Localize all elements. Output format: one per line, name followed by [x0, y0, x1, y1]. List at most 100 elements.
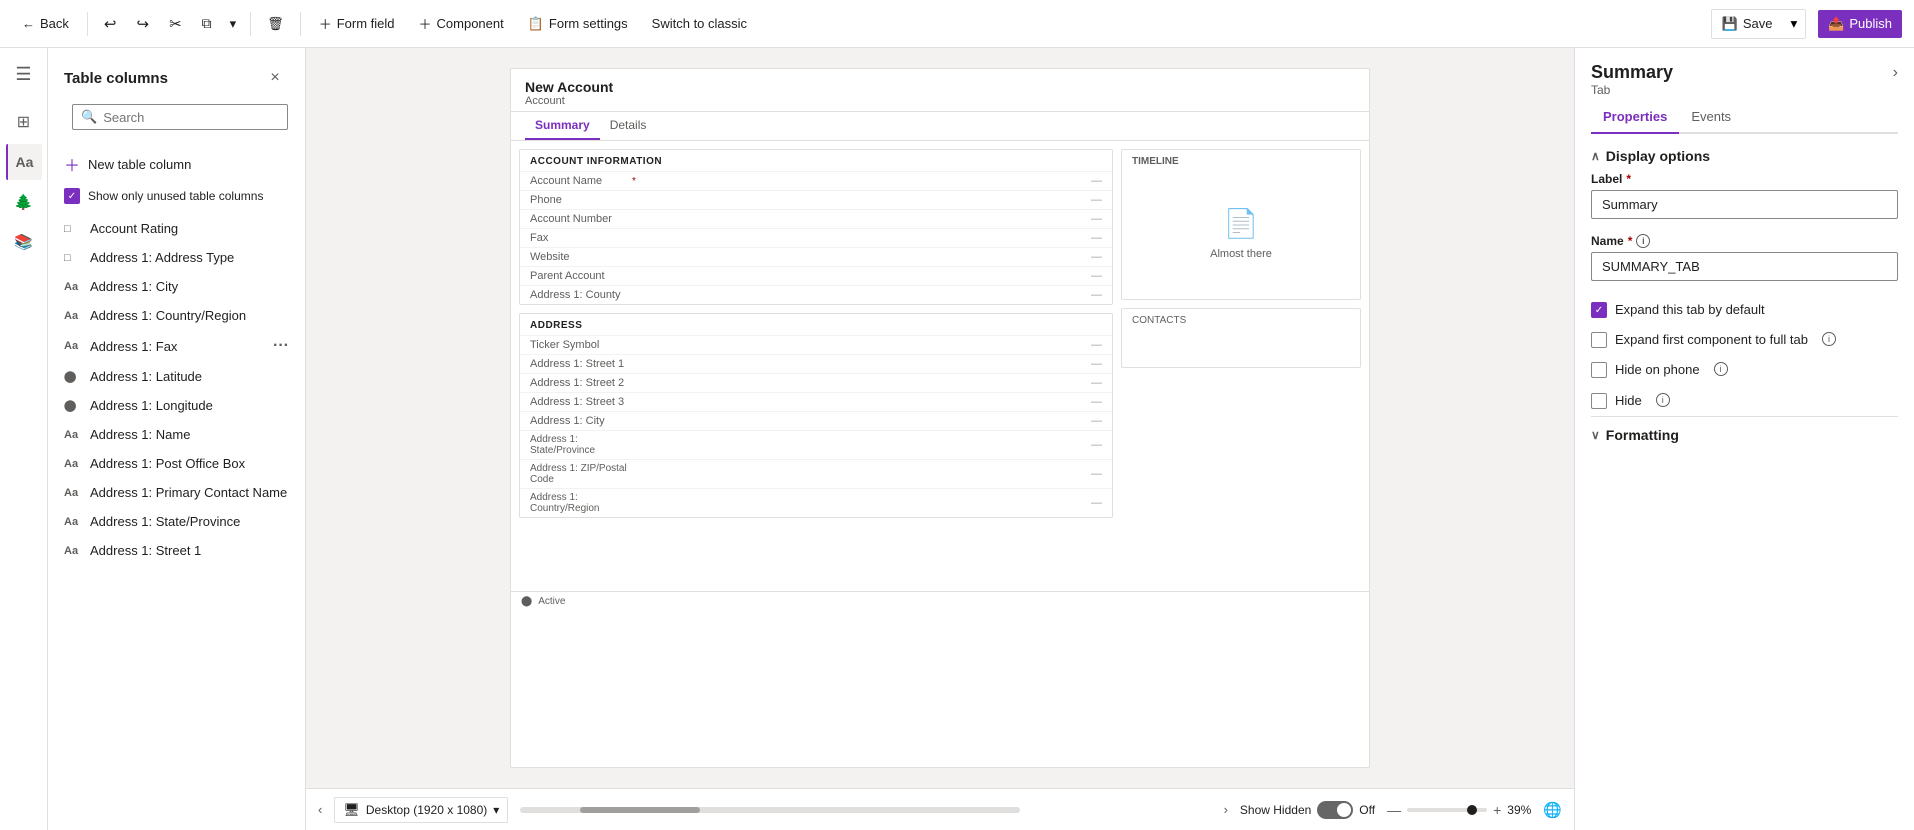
zoom-track [1407, 808, 1487, 812]
switch-classic-button[interactable]: Switch to classic [642, 10, 757, 37]
bottom-left-arrow[interactable]: ‹ [318, 802, 322, 817]
right-panel-subtitle: Tab [1591, 83, 1673, 97]
separator-3 [300, 12, 301, 36]
form-libraries-icon: 📚 [14, 233, 33, 251]
row-account-number: Account Number — [520, 209, 1112, 228]
list-item-icon: ⬤ [64, 370, 82, 383]
undo-button[interactable]: ↩ [96, 9, 125, 39]
name-field-label: Name * i [1591, 233, 1898, 248]
list-item-more-icon[interactable]: ··· [273, 337, 289, 355]
close-panel-button[interactable]: × [261, 64, 289, 92]
save-icon: 💾 [1722, 16, 1738, 32]
right-panel-chevron[interactable]: › [1893, 64, 1898, 82]
component-button[interactable]: ＋ Component [409, 8, 514, 39]
list-item[interactable]: Aa Address 1: Street 1 [48, 536, 305, 565]
nav-table-columns[interactable]: Aa [6, 144, 42, 180]
form-preview-header: New Account Account [511, 69, 1369, 112]
list-item-label: Account Rating [90, 221, 178, 236]
list-item[interactable]: □ Address 1: Address Type [48, 243, 305, 272]
zoom-level-label: 39% [1507, 803, 1531, 817]
expand-tab-checkbox[interactable]: ✓ [1591, 302, 1607, 318]
list-item[interactable]: Aa Address 1: Post Office Box [48, 449, 305, 478]
hide-phone-info-icon[interactable]: i [1714, 362, 1728, 376]
scroll-thumb [580, 807, 700, 813]
side-panel: Table columns × 🔍 ▽ ▾ ＋ New table column… [48, 48, 306, 830]
formatting-section-header[interactable]: ∨ Formatting [1591, 416, 1898, 447]
row-street1: Address 1: Street 1 — [520, 354, 1112, 373]
desktop-selector[interactable]: 🖥 Desktop (1920 x 1080) ▾ [334, 797, 508, 823]
expand-first-info-icon[interactable]: i [1822, 332, 1836, 346]
bottom-right-arrow[interactable]: › [1224, 802, 1228, 817]
tree-view-icon: 🌲 [14, 193, 33, 211]
list-item[interactable]: Aa Address 1: Name [48, 420, 305, 449]
panel-actions: ＋ New table column ✓ Show only unused ta… [48, 142, 305, 214]
list-item[interactable]: Aa Address 1: Fax ··· [48, 330, 305, 362]
form-settings-label: Form settings [549, 16, 628, 31]
label-input[interactable] [1591, 190, 1898, 219]
tab-events[interactable]: Events [1679, 101, 1743, 134]
list-item-label: Address 1: Primary Contact Name [90, 485, 287, 500]
cut-button[interactable]: ✂ [161, 9, 190, 39]
nav-tree-view[interactable]: 🌲 [6, 184, 42, 220]
separator-1 [87, 12, 88, 36]
list-item-label: Address 1: State/Province [90, 514, 240, 529]
dropdown-button[interactable]: ▾ [224, 10, 243, 38]
list-item-icon: Aa [64, 310, 82, 322]
table-columns-icon: Aa [16, 154, 34, 170]
publish-label: Publish [1849, 16, 1892, 31]
component-label: Component [437, 16, 504, 31]
redo-button[interactable]: ↪ [128, 9, 157, 39]
name-input[interactable] [1591, 252, 1898, 281]
form-settings-icon: 📋 [528, 16, 544, 32]
zoom-minus-button[interactable]: — [1387, 802, 1401, 818]
list-item-icon: ⬤ [64, 399, 82, 412]
expand-first-checkbox[interactable] [1591, 332, 1607, 348]
address-header: ADDRESS [520, 314, 1112, 335]
show-unused-item[interactable]: ✓ Show only unused table columns [48, 182, 305, 210]
cut-icon: ✂ [169, 15, 182, 33]
list-item-label: Address 1: Address Type [90, 250, 234, 265]
list-item[interactable]: ⬤ Address 1: Longitude [48, 391, 305, 420]
copy-icon: ⧉ [202, 15, 212, 32]
hamburger-icon: ☰ [15, 64, 31, 85]
back-button[interactable]: ← Back [12, 10, 79, 37]
expand-tab-label: Expand this tab by default [1615, 301, 1765, 319]
form-tab-details[interactable]: Details [600, 112, 657, 140]
form-field-button[interactable]: ＋ Form field [309, 8, 405, 39]
list-item[interactable]: ⬤ Address 1: Latitude [48, 362, 305, 391]
desktop-dropdown-icon: ▾ [493, 803, 499, 817]
copy-button[interactable]: ⧉ [194, 9, 220, 38]
delete-button[interactable]: 🗑 [259, 10, 292, 38]
hide-info-icon[interactable]: i [1656, 393, 1670, 407]
search-input[interactable] [103, 110, 279, 125]
list-item[interactable]: □ Account Rating [48, 214, 305, 243]
zoom-plus-button[interactable]: + [1493, 802, 1501, 818]
save-button[interactable]: 💾 Save [1711, 9, 1783, 39]
list-item[interactable]: Aa Address 1: Country/Region [48, 301, 305, 330]
save-dropdown-button[interactable]: ▾ [1782, 9, 1806, 39]
form-tab-summary[interactable]: Summary [525, 112, 600, 140]
nav-form-libraries[interactable]: 📚 [6, 224, 42, 260]
hide-phone-label: Hide on phone [1615, 361, 1700, 379]
list-item[interactable]: Aa Address 1: State/Province [48, 507, 305, 536]
list-item-icon: Aa [64, 516, 82, 528]
plus-icon-1: ＋ [319, 14, 332, 33]
display-options-section-header[interactable]: ∧ Display options [1591, 134, 1898, 172]
hide-checkbox[interactable] [1591, 393, 1607, 409]
expand-first-label: Expand first component to full tab [1615, 331, 1808, 349]
nav-hamburger[interactable]: ☰ [6, 56, 42, 92]
hide-phone-checkbox[interactable] [1591, 362, 1607, 378]
list-item[interactable]: Aa Address 1: City [48, 272, 305, 301]
scroll-track [520, 807, 1020, 813]
nav-components[interactable]: ⊞ [6, 104, 42, 140]
form-settings-button[interactable]: 📋 Form settings [518, 10, 638, 38]
publish-button[interactable]: 📤 Publish [1818, 10, 1902, 38]
tab-properties[interactable]: Properties [1591, 101, 1679, 134]
show-hidden-toggle[interactable] [1317, 801, 1353, 819]
desktop-icon: 🖥 [343, 802, 360, 818]
globe-icon[interactable]: 🌐 [1543, 801, 1562, 819]
show-unused-checkbox[interactable]: ✓ [64, 188, 80, 204]
list-item[interactable]: Aa Address 1: Primary Contact Name [48, 478, 305, 507]
new-table-column-item[interactable]: ＋ New table column [48, 146, 305, 182]
name-info-icon[interactable]: i [1636, 234, 1650, 248]
